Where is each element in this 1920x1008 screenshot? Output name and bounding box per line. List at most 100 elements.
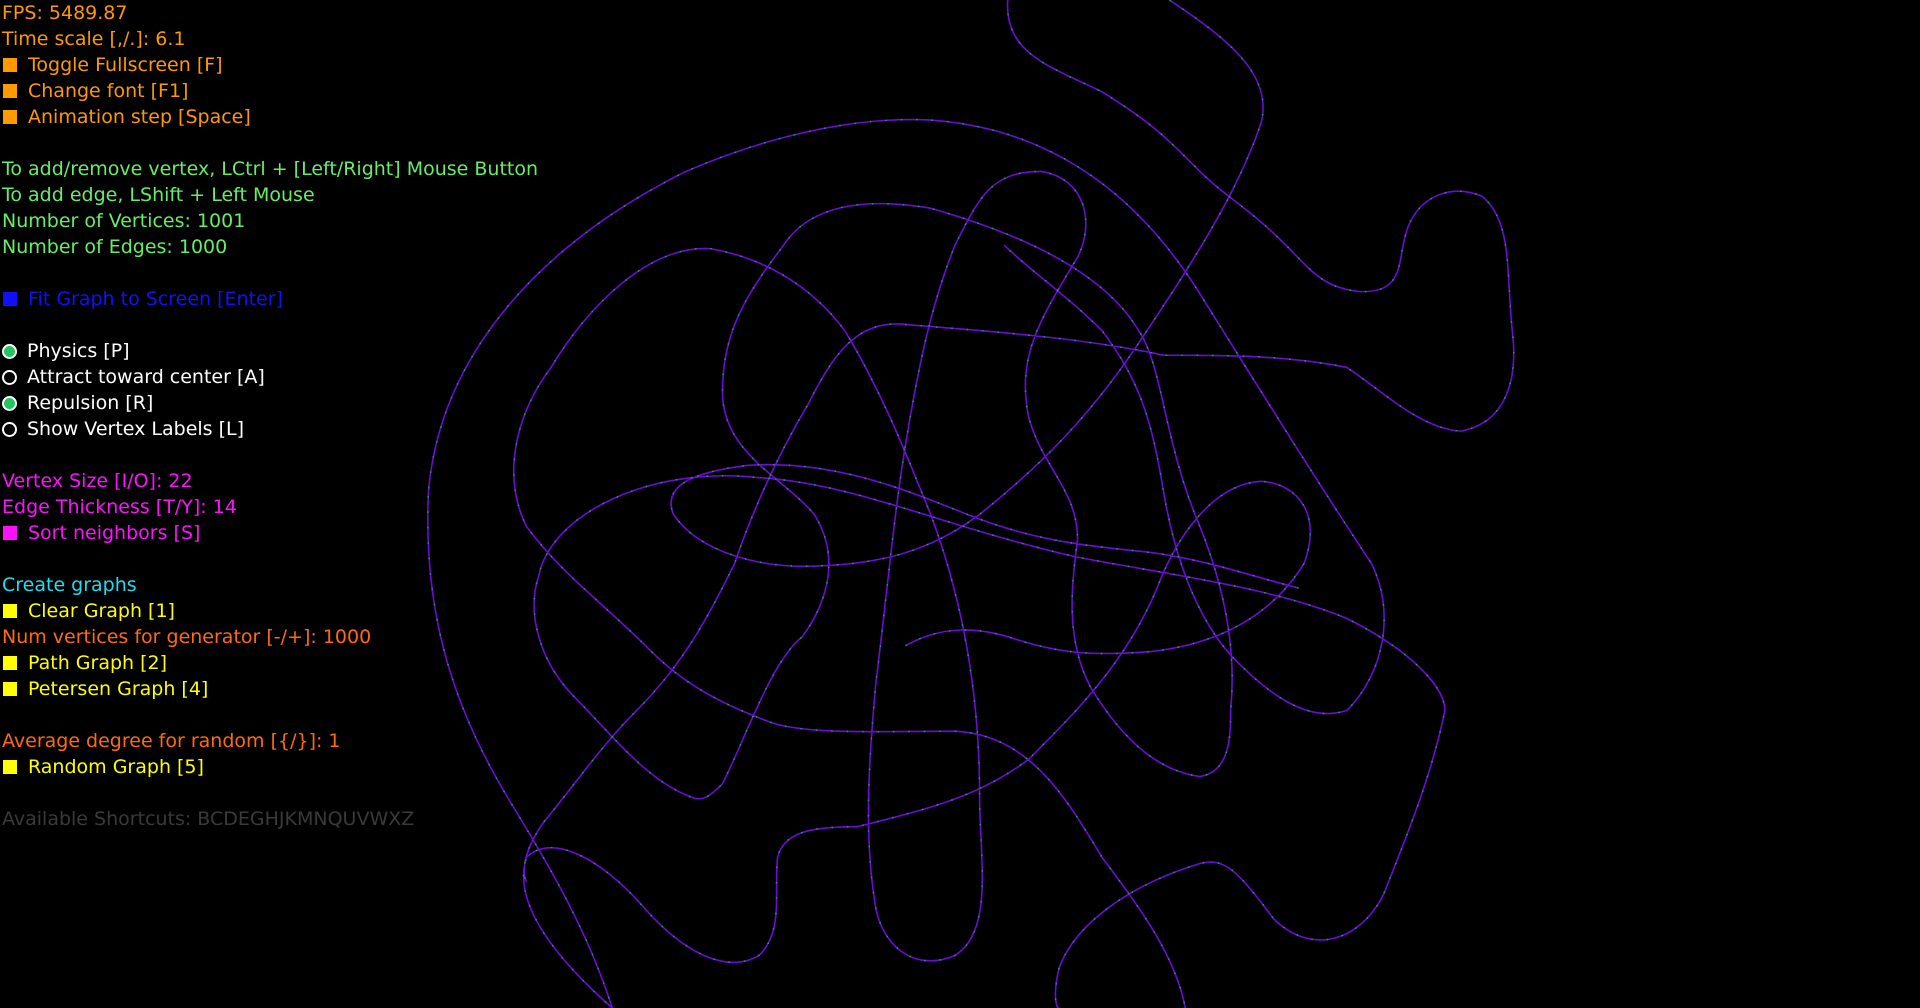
- vertex[interactable]: [1114, 193, 1117, 195]
- vertex[interactable]: [573, 241, 575, 243]
- vertex[interactable]: [1040, 536, 1042, 538]
- vertex[interactable]: [540, 643, 542, 645]
- vertex[interactable]: [874, 691, 876, 694]
- vertex[interactable]: [643, 702, 645, 704]
- vertex[interactable]: [1074, 339, 1076, 342]
- vertex[interactable]: [1202, 861, 1205, 864]
- vertex[interactable]: [743, 960, 746, 962]
- vertex[interactable]: [585, 939, 587, 941]
- vertex[interactable]: [1398, 265, 1400, 267]
- vertex[interactable]: [816, 611, 818, 613]
- vertex[interactable]: [877, 392, 880, 394]
- vertex[interactable]: [1242, 355, 1245, 357]
- vertex[interactable]: [846, 730, 849, 733]
- vertex[interactable]: [869, 753, 872, 755]
- vertex[interactable]: [576, 519, 579, 521]
- vertex[interactable]: [1179, 540, 1181, 542]
- vertex[interactable]: [978, 777, 981, 780]
- vertex[interactable]: [591, 759, 594, 762]
- vertex[interactable]: [935, 326, 938, 328]
- vertex[interactable]: [1082, 671, 1085, 673]
- vertex[interactable]: [1319, 362, 1322, 364]
- vertex[interactable]: [1426, 420, 1428, 423]
- vertex[interactable]: [1071, 610, 1073, 613]
- vertex[interactable]: [923, 496, 925, 499]
- vertex[interactable]: [1011, 28, 1013, 31]
- vertex[interactable]: [1267, 579, 1269, 581]
- vertex[interactable]: [594, 717, 596, 720]
- vertex[interactable]: [949, 630, 951, 632]
- vertex[interactable]: [888, 503, 891, 505]
- vertex[interactable]: [1301, 456, 1304, 459]
- vertex[interactable]: [734, 560, 737, 562]
- vertex[interactable]: [972, 210, 974, 212]
- vertex[interactable]: [595, 598, 597, 601]
- vertex[interactable]: [524, 877, 526, 879]
- vertex[interactable]: [1019, 764, 1022, 766]
- vertex[interactable]: [946, 120, 949, 123]
- vertex[interactable]: [739, 545, 742, 547]
- vertex[interactable]: [688, 795, 691, 798]
- vertex[interactable]: [1222, 598, 1224, 600]
- vertex[interactable]: [1055, 69, 1058, 71]
- vertex[interactable]: [909, 955, 911, 958]
- vertex[interactable]: [1170, 436, 1172, 439]
- vertex[interactable]: [1004, 177, 1006, 179]
- vertex[interactable]: [839, 124, 841, 127]
- vertex[interactable]: [1214, 568, 1216, 570]
- vertex[interactable]: [992, 129, 994, 131]
- vertex[interactable]: [1470, 427, 1473, 429]
- vertex[interactable]: [1341, 934, 1344, 937]
- vertex[interactable]: [1212, 354, 1214, 357]
- vertex[interactable]: [919, 637, 921, 640]
- vertex[interactable]: [738, 314, 740, 316]
- vertex[interactable]: [1307, 548, 1309, 551]
- vertex[interactable]: [856, 204, 858, 206]
- vertex[interactable]: [1102, 331, 1104, 334]
- vertex[interactable]: [1128, 356, 1130, 358]
- vertex[interactable]: [831, 730, 833, 732]
- vertex[interactable]: [1323, 609, 1325, 611]
- vertex[interactable]: [1509, 382, 1511, 385]
- vertex[interactable]: [1131, 320, 1134, 322]
- vertex[interactable]: [1091, 320, 1094, 323]
- vertex[interactable]: [1484, 420, 1487, 422]
- vertex[interactable]: [967, 654, 969, 657]
- vertex[interactable]: [961, 624, 964, 626]
- vertex[interactable]: [1267, 688, 1269, 690]
- vertex[interactable]: [1168, 958, 1170, 960]
- vertex[interactable]: [1136, 905, 1139, 907]
- vertex[interactable]: [726, 772, 729, 774]
- vertex[interactable]: [1168, 518, 1170, 521]
- vertex[interactable]: [1249, 618, 1251, 620]
- vertex[interactable]: [763, 488, 765, 490]
- vertex[interactable]: [1216, 186, 1219, 189]
- vertex[interactable]: [1071, 595, 1073, 597]
- vertex[interactable]: [1073, 564, 1076, 567]
- vertex[interactable]: [1409, 220, 1412, 222]
- vertex[interactable]: [909, 415, 912, 418]
- vertex[interactable]: [1198, 524, 1201, 527]
- vertex[interactable]: [1292, 492, 1294, 494]
- vertex[interactable]: [1360, 692, 1363, 694]
- vertex[interactable]: [1268, 404, 1271, 406]
- vertex[interactable]: [1241, 57, 1243, 60]
- vertex[interactable]: [889, 323, 892, 325]
- vertex[interactable]: [1234, 487, 1236, 489]
- vertex[interactable]: [1253, 215, 1255, 217]
- vertex[interactable]: [1018, 41, 1021, 44]
- vertex[interactable]: [937, 534, 939, 537]
- vertex[interactable]: [1174, 972, 1176, 974]
- vertex[interactable]: [884, 406, 886, 408]
- vertex[interactable]: [1366, 917, 1369, 919]
- vertex[interactable]: [1049, 172, 1051, 175]
- vertex[interactable]: [582, 979, 584, 982]
- vertex[interactable]: [1038, 462, 1040, 464]
- vertex[interactable]: [602, 502, 605, 505]
- vertex[interactable]: [981, 854, 983, 857]
- vertex[interactable]: [1131, 652, 1134, 654]
- vertex[interactable]: [604, 1001, 607, 1003]
- vertex[interactable]: [1496, 410, 1498, 412]
- vertex[interactable]: [976, 731, 979, 733]
- vertex[interactable]: [1304, 360, 1306, 362]
